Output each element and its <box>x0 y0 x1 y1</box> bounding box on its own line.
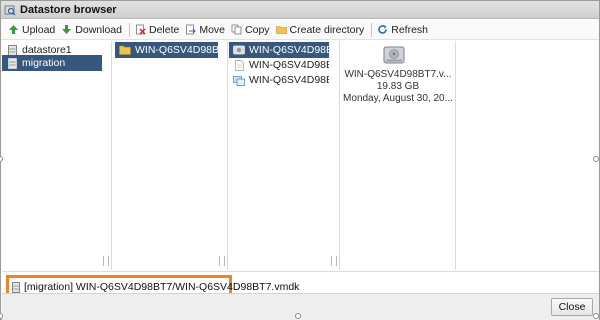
file-item[interactable]: WIN-Q6SV4D98BT... <box>229 57 329 73</box>
move-icon <box>185 24 197 35</box>
column-resize-handle[interactable] <box>103 256 109 266</box>
create-directory-label: Create directory <box>289 23 365 36</box>
folder-label: WIN-Q6SV4D98BT7 <box>135 44 218 56</box>
refresh-button[interactable]: Refresh <box>375 21 432 39</box>
file-label: WIN-Q6SV4D98BT... <box>249 59 329 71</box>
download-label: Download <box>75 23 122 36</box>
file-detail-name: WIN-Q6SV4D98BT7.v... <box>344 69 452 80</box>
delete-icon <box>135 24 146 35</box>
file-item[interactable]: WIN-Q6SV4D98BT... <box>229 72 329 88</box>
copy-button[interactable]: Copy <box>229 21 274 39</box>
new-folder-icon <box>275 24 287 35</box>
refresh-label: Refresh <box>391 23 429 36</box>
file-label: WIN-Q6SV4D98BT... <box>249 74 329 86</box>
folder-icon <box>119 45 131 56</box>
file-pane[interactable]: WIN-Q6SV4D98BT... WIN-Q6SV4D98BT... WIN-… <box>228 41 340 270</box>
file-details-pane: WIN-Q6SV4D98BT7.v... 19.83 GB Monday, Au… <box>340 41 456 270</box>
file-detail-modified: Monday, August 30, 20... <box>343 93 453 104</box>
toolbar-separator <box>128 22 130 37</box>
close-button[interactable]: Close <box>551 298 593 316</box>
download-button[interactable]: Download <box>59 21 126 39</box>
upload-icon <box>8 24 19 35</box>
hard-disk-icon <box>383 46 405 64</box>
resize-handle-bottom[interactable] <box>295 313 301 319</box>
datastore-icon <box>12 281 20 293</box>
path-bar: [migration] WIN-Q6SV4D98BT7/WIN-Q6SV4D98… <box>2 271 599 299</box>
move-button[interactable]: Move <box>183 21 229 39</box>
title-bar[interactable]: Datastore browser <box>1 1 599 19</box>
create-directory-button[interactable]: Create directory <box>274 21 369 39</box>
datastore-icon <box>6 57 18 69</box>
resize-handle-bottom-right[interactable] <box>593 313 599 319</box>
document-icon <box>233 59 245 71</box>
datastore-browser-dialog: Datastore browser Upload Download Delete… <box>0 0 600 320</box>
file-item[interactable]: WIN-Q6SV4D98BT... <box>229 42 329 58</box>
delete-button[interactable]: Delete <box>133 21 183 39</box>
file-browser: datastore1 migration WIN-Q6SV4D98BT7 WIN… <box>2 41 599 270</box>
toolbar-separator <box>371 22 373 37</box>
vm-config-icon <box>233 75 245 86</box>
folder-item[interactable]: WIN-Q6SV4D98BT7 <box>115 42 218 58</box>
datastore-label: migration <box>22 57 66 69</box>
file-label: WIN-Q6SV4D98BT... <box>249 44 329 56</box>
datastore-pane[interactable]: datastore1 migration <box>2 41 112 270</box>
datastore-icon <box>6 44 18 56</box>
folder-pane[interactable]: WIN-Q6SV4D98BT7 <box>112 41 228 270</box>
resize-handle-right[interactable] <box>593 156 599 162</box>
upload-button[interactable]: Upload <box>6 21 59 39</box>
toolbar: Upload Download Delete Move Copy Create … <box>1 20 599 40</box>
window-title: Datastore browser <box>20 3 117 16</box>
column-resize-handle[interactable] <box>219 256 225 266</box>
refresh-icon <box>377 24 388 35</box>
datastore-item-migration[interactable]: migration <box>2 55 102 71</box>
move-label: Move <box>199 23 226 36</box>
copy-icon <box>231 24 242 35</box>
column-resize-handle[interactable] <box>331 256 337 266</box>
delete-label: Delete <box>148 23 180 36</box>
vmdk-disk-icon <box>233 45 245 56</box>
selected-path: [migration] WIN-Q6SV4D98BT7/WIN-Q6SV4D98… <box>24 281 300 293</box>
copy-label: Copy <box>245 23 270 36</box>
upload-label: Upload <box>22 23 56 36</box>
download-icon <box>61 24 72 35</box>
file-detail-size: 19.83 GB <box>376 81 420 92</box>
datastore-browser-icon <box>4 4 16 16</box>
